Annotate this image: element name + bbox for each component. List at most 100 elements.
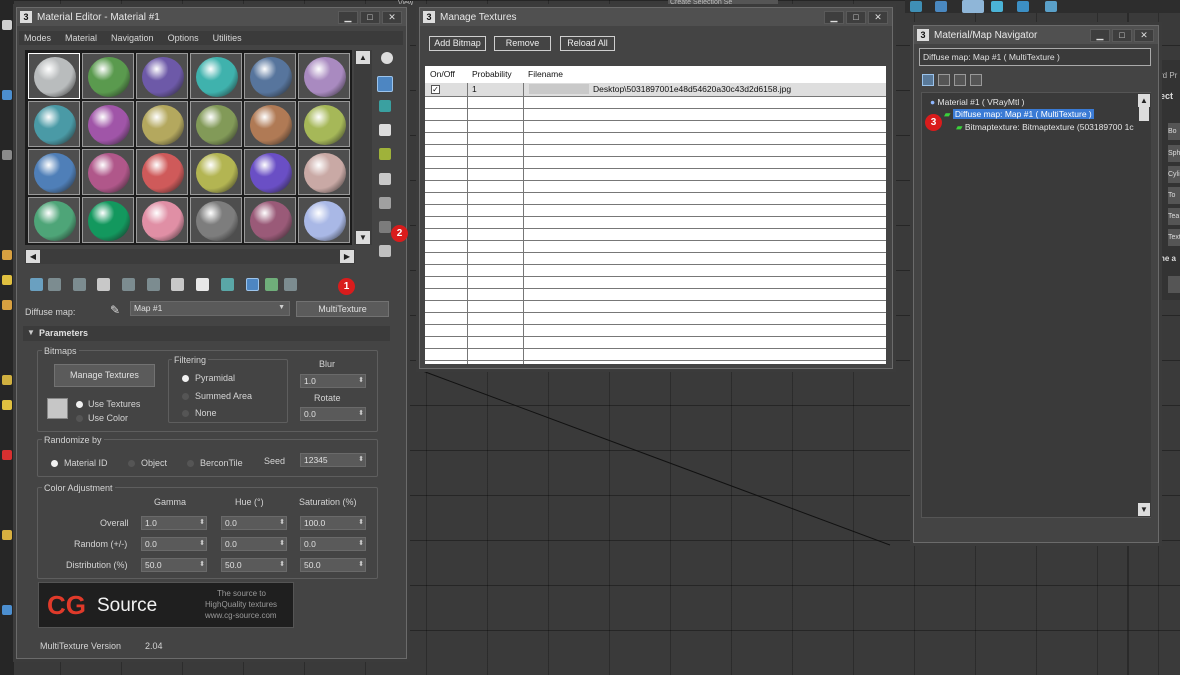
remove-button[interactable]: Remove <box>494 36 551 51</box>
map-name-dropdown[interactable]: Map #1 ▼ <box>130 301 290 316</box>
color-swatch[interactable] <box>47 398 68 419</box>
material-slot[interactable] <box>298 197 350 243</box>
view-list-icon[interactable] <box>922 74 934 86</box>
material-slot[interactable] <box>190 101 242 147</box>
filter-pyramidal-radio[interactable] <box>182 375 189 382</box>
options-icon[interactable] <box>379 197 391 209</box>
manage-textures-titlebar[interactable]: 3 Manage Textures ▁ □ ✕ <box>420 8 892 26</box>
manage-textures-button[interactable]: Manage Textures <box>54 364 155 387</box>
saturation-overall-spinner[interactable]: 100.0 ⬍ <box>300 516 366 530</box>
gamma-random-spinner[interactable]: 0.0 ⬍ <box>141 537 207 551</box>
scroll-up-icon[interactable]: ▲ <box>356 51 370 64</box>
material-slot[interactable] <box>136 149 188 195</box>
box-button[interactable]: Bo <box>1168 123 1180 140</box>
parameters-rollout-header[interactable]: ▼ Parameters <box>23 326 390 341</box>
material-slot[interactable] <box>82 149 134 195</box>
blur-spinner[interactable]: 1.0 ⬍ <box>300 374 366 388</box>
maximize-button[interactable]: □ <box>360 10 380 24</box>
seed-spinner[interactable]: 12345 ⬍ <box>300 453 366 467</box>
hue-overall-spinner[interactable]: 0.0 ⬍ <box>221 516 287 530</box>
textplus-button[interactable]: Text <box>1168 229 1180 246</box>
material-slot[interactable] <box>244 53 296 99</box>
sample-uv-tiling-icon[interactable] <box>379 124 391 136</box>
tree-item-bitmap[interactable]: ▰ Bitmaptexture: Bitmaptexture (50318970… <box>956 122 1134 133</box>
scroll-right-icon[interactable]: ▶ <box>340 250 354 263</box>
scroll-left-icon[interactable]: ◀ <box>26 250 40 263</box>
tool-icon[interactable] <box>2 150 12 160</box>
add-bitmap-button[interactable]: Add Bitmap <box>429 36 486 51</box>
copy-material-icon[interactable] <box>122 278 135 291</box>
make-preview-icon[interactable] <box>379 173 391 185</box>
material-map-navigator-icon[interactable] <box>379 245 391 257</box>
saturation-random-spinner[interactable]: 0.0 ⬍ <box>300 537 366 551</box>
close-button[interactable]: ✕ <box>1134 28 1154 42</box>
material-slot[interactable] <box>244 197 296 243</box>
material-slot[interactable] <box>190 53 242 99</box>
gamma-distribution-spinner[interactable]: 50.0 ⬍ <box>141 558 207 572</box>
scroll-down-icon[interactable]: ▼ <box>1138 503 1150 516</box>
cylinder-button[interactable]: Cyli <box>1168 166 1180 183</box>
close-button[interactable]: ✕ <box>382 10 402 24</box>
minimize-button[interactable]: ▁ <box>824 10 844 24</box>
reload-all-button[interactable]: Reload All <box>560 36 615 51</box>
view-large-icons-icon[interactable] <box>970 74 982 86</box>
menu-navigation[interactable]: Navigation <box>111 33 154 43</box>
select-by-material-icon[interactable] <box>379 221 391 233</box>
torus-button[interactable]: To <box>1168 187 1180 204</box>
material-slot[interactable] <box>82 101 134 147</box>
selection-set-field[interactable]: Create Selection Se <box>668 0 778 6</box>
menu-material[interactable]: Material <box>65 33 97 43</box>
get-material-icon[interactable] <box>30 278 43 291</box>
material-slot[interactable] <box>298 53 350 99</box>
material-slot[interactable] <box>190 149 242 195</box>
background-icon[interactable] <box>379 100 391 112</box>
minimize-button[interactable]: ▁ <box>1090 28 1110 42</box>
filter-none-radio[interactable] <box>182 410 189 417</box>
minimize-button[interactable]: ▁ <box>338 10 358 24</box>
tool-icon[interactable] <box>2 90 12 100</box>
panel-button[interactable] <box>1168 276 1180 293</box>
material-slot[interactable] <box>82 197 134 243</box>
teapot-button[interactable]: Tea <box>1168 208 1180 225</box>
column-header-onoff[interactable]: On/Off <box>425 66 467 83</box>
cg-source-logo[interactable]: CG Source The source to HighQuality text… <box>38 582 294 628</box>
tool-icon[interactable] <box>910 1 922 12</box>
material-editor-icon[interactable] <box>962 0 984 13</box>
view-list-thumbs-icon[interactable] <box>938 74 950 86</box>
use-color-radio[interactable] <box>76 415 83 422</box>
hue-random-spinner[interactable]: 0.0 ⬍ <box>221 537 287 551</box>
maximize-button[interactable]: □ <box>1112 28 1132 42</box>
tool-icon[interactable] <box>2 400 12 410</box>
menu-modes[interactable]: Modes <box>24 33 51 43</box>
navigator-titlebar[interactable]: 3 Material/Map Navigator ▁ □ ✕ <box>914 26 1158 44</box>
show-end-result-icon[interactable] <box>246 278 259 291</box>
scroll-thumb[interactable] <box>1139 107 1149 121</box>
reset-map-icon[interactable] <box>97 278 110 291</box>
material-slot[interactable] <box>136 101 188 147</box>
menu-options[interactable]: Options <box>168 33 199 43</box>
close-button[interactable]: ✕ <box>868 10 888 24</box>
scroll-up-icon[interactable]: ▲ <box>1138 94 1150 107</box>
video-color-check-icon[interactable] <box>379 148 391 160</box>
tool-icon[interactable] <box>2 450 12 460</box>
go-forward-to-sibling-icon[interactable] <box>284 278 297 291</box>
tool-icon[interactable] <box>935 1 947 12</box>
saturation-distribution-spinner[interactable]: 50.0 ⬍ <box>300 558 366 572</box>
material-slot[interactable] <box>82 53 134 99</box>
material-slot[interactable] <box>28 149 80 195</box>
tool-icon[interactable] <box>991 1 1003 12</box>
material-slot[interactable] <box>136 197 188 243</box>
map-type-button[interactable]: MultiTexture <box>296 301 389 317</box>
material-slot[interactable] <box>298 149 350 195</box>
tool-icon[interactable] <box>2 605 12 615</box>
maximize-button[interactable]: □ <box>846 10 866 24</box>
menu-utilities[interactable]: Utilities <box>213 33 242 43</box>
navigator-scrollbar[interactable]: ▲ ▼ <box>1138 93 1151 517</box>
hue-distribution-spinner[interactable]: 50.0 ⬍ <box>221 558 287 572</box>
material-slot[interactable] <box>28 197 80 243</box>
backlight-icon[interactable] <box>377 76 393 92</box>
column-header-probability[interactable]: Probability <box>467 66 523 83</box>
make-unique-icon[interactable] <box>147 278 160 291</box>
use-textures-radio[interactable] <box>76 401 83 408</box>
eyedropper-icon[interactable]: ✎ <box>110 303 120 317</box>
